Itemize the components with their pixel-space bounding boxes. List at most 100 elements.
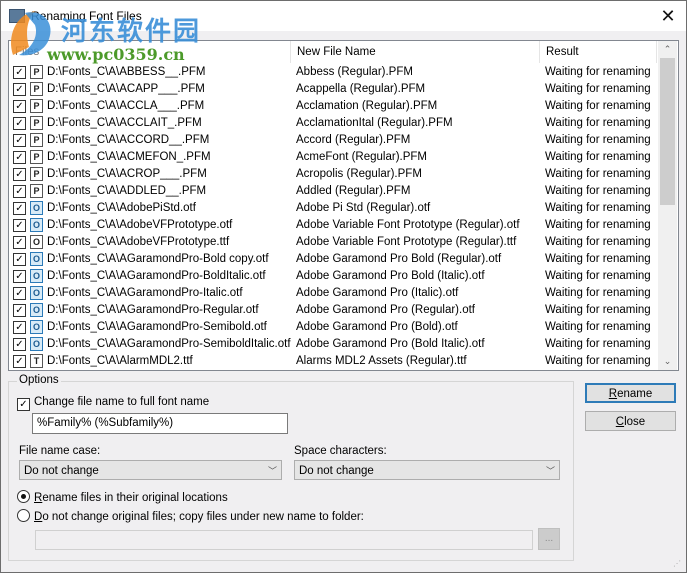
file-name-case-label: File name case: bbox=[19, 445, 101, 457]
original-file-path: D:\Fonts_C\A\ACCLAIT_.PFM bbox=[47, 117, 202, 129]
list-item[interactable]: ✓ P D:\Fonts_C\A\ADDLED__.PFM Addled (Regul… bbox=[9, 183, 657, 200]
name-pattern-input[interactable]: %Family% (%Subfamily%) bbox=[32, 413, 288, 434]
options-group-label: Options bbox=[17, 374, 61, 386]
radio-rename-in-place[interactable]: Rename files in their original locations bbox=[17, 490, 228, 506]
close-button-label: lose bbox=[624, 416, 646, 428]
new-file-name: Adobe Garamond Pro (Italic).otf bbox=[296, 287, 459, 299]
rename-result: Waiting for renaming bbox=[545, 202, 651, 214]
chevron-down-icon: ﹀ bbox=[267, 466, 277, 476]
original-file-path: D:\Fonts_C\A\AGaramondPro-BoldItalic.otf bbox=[47, 270, 266, 282]
list-item[interactable]: ✓ P D:\Fonts_C\A\ACMEFON_.PFM AcmeFont (Reg… bbox=[9, 149, 657, 166]
original-file-path: D:\Fonts_C\A\AdobeVFPrototype.otf bbox=[47, 219, 233, 231]
row-checkbox[interactable]: ✓ bbox=[13, 253, 26, 266]
original-file-path: D:\Fonts_C\A\AGaramondPro-SemiboldItalic… bbox=[47, 338, 291, 350]
close-icon[interactable]: ✕ bbox=[656, 5, 680, 27]
row-checkbox[interactable]: ✓ bbox=[13, 168, 26, 181]
font-type-otf-icon: O bbox=[30, 252, 43, 266]
list-item[interactable]: ✓ O D:\Fonts_C\A\AGaramondPro-Semibold.otf… bbox=[9, 319, 657, 336]
rename-result: Waiting for renaming bbox=[545, 185, 651, 197]
file-name-case-select[interactable]: Do not change ﹀ bbox=[19, 460, 282, 480]
list-item[interactable]: ✓ P D:\Fonts_C\A\ACCLA___.PFM Acclamation (… bbox=[9, 98, 657, 115]
scrollbar-thumb[interactable] bbox=[660, 58, 675, 205]
original-file-path: D:\Fonts_C\A\AGaramondPro-Regular.otf bbox=[47, 304, 259, 316]
list-item[interactable]: ✓ P D:\Fonts_C\A\ACAPP___.PFM Acappella (Re… bbox=[9, 81, 657, 98]
list-rows: ✓ P D:\Fonts_C\A\ABBESS__.PFM Abbess (Regul… bbox=[9, 64, 657, 370]
row-checkbox[interactable]: ✓ bbox=[13, 287, 26, 300]
chevron-down-icon: ﹀ bbox=[545, 466, 555, 476]
change-name-checkbox[interactable]: ✓ Change file name to full font name bbox=[17, 394, 209, 411]
font-type-ottf-icon: O bbox=[30, 235, 43, 249]
rename-result: Waiting for renaming bbox=[545, 83, 651, 95]
resize-grip-icon[interactable]: ⋰ bbox=[673, 559, 683, 569]
original-file-path: D:\Fonts_C\A\AGaramondPro-Bold copy.otf bbox=[47, 253, 269, 265]
new-file-name: Adobe Garamond Pro (Bold Italic).otf bbox=[296, 338, 485, 350]
rename-result: Waiting for renaming bbox=[545, 270, 651, 282]
space-characters-select[interactable]: Do not change ﹀ bbox=[294, 460, 560, 480]
row-checkbox[interactable]: ✓ bbox=[13, 219, 26, 232]
vertical-scrollbar[interactable]: ⌃ ⌄ bbox=[658, 41, 677, 370]
column-header-new-file-name[interactable]: New File Name bbox=[291, 41, 540, 63]
new-file-name: Accord (Regular).PFM bbox=[296, 134, 411, 146]
radio-unselected-icon[interactable] bbox=[17, 509, 30, 522]
list-item[interactable]: ✓ O D:\Fonts_C\A\AdobeVFPrototype.otf Adobe… bbox=[9, 217, 657, 234]
files-list[interactable]: Files New File Name Result ✓ P D:\Fonts_C\… bbox=[8, 40, 679, 371]
browse-folder-button[interactable]: ... bbox=[538, 528, 560, 550]
font-type-pfm-icon: P bbox=[30, 184, 43, 198]
new-file-name: Adobe Variable Font Prototype (Regular).… bbox=[296, 236, 517, 248]
font-type-pfm-icon: P bbox=[30, 82, 43, 96]
window-title: Renaming Font Files bbox=[31, 9, 142, 23]
row-checkbox[interactable]: ✓ bbox=[13, 66, 26, 79]
font-type-otf-icon: O bbox=[30, 201, 43, 215]
original-file-path: D:\Fonts_C\A\ACAPP___.PFM bbox=[47, 83, 205, 95]
row-checkbox[interactable]: ✓ bbox=[13, 134, 26, 147]
list-item[interactable]: ✓ O D:\Fonts_C\A\AGaramondPro-Italic.otf Ad… bbox=[9, 285, 657, 302]
list-item[interactable]: ✓ P D:\Fonts_C\A\ACCORD__.PFM Accord (Regul… bbox=[9, 132, 657, 149]
font-type-otf-icon: O bbox=[30, 218, 43, 232]
scroll-up-icon[interactable]: ⌃ bbox=[658, 41, 677, 58]
original-file-path: D:\Fonts_C\A\AdobeVFPrototype.ttf bbox=[47, 236, 230, 248]
row-checkbox[interactable]: ✓ bbox=[13, 321, 26, 334]
row-checkbox[interactable]: ✓ bbox=[13, 236, 26, 249]
row-checkbox[interactable]: ✓ bbox=[13, 185, 26, 198]
new-file-name: Acclamation (Regular).PFM bbox=[296, 100, 438, 112]
space-characters-label: Space characters: bbox=[294, 445, 387, 457]
font-type-otf-icon: O bbox=[30, 337, 43, 351]
column-header-result[interactable]: Result bbox=[540, 41, 657, 63]
original-file-path: D:\Fonts_C\A\ABBESS__.PFM bbox=[47, 66, 206, 78]
list-item[interactable]: ✓ O D:\Fonts_C\A\AGaramondPro-Bold copy.ot… bbox=[9, 251, 657, 268]
list-item[interactable]: ✓ O D:\Fonts_C\A\AGaramondPro-BoldItalic.o… bbox=[9, 268, 657, 285]
checkbox-checked-icon[interactable]: ✓ bbox=[17, 398, 30, 411]
list-item[interactable]: ✓ P D:\Fonts_C\A\ACROP___.PFM Acropolis (Re… bbox=[9, 166, 657, 183]
rename-result: Waiting for renaming bbox=[545, 355, 651, 367]
row-checkbox[interactable]: ✓ bbox=[13, 151, 26, 164]
new-file-name: Adobe Garamond Pro Bold (Italic).otf bbox=[296, 270, 485, 282]
row-checkbox[interactable]: ✓ bbox=[13, 117, 26, 130]
row-checkbox[interactable]: ✓ bbox=[13, 83, 26, 96]
row-checkbox[interactable]: ✓ bbox=[13, 270, 26, 283]
new-file-name: Acropolis (Regular).PFM bbox=[296, 168, 422, 180]
font-type-pfm-icon: P bbox=[30, 133, 43, 147]
list-item[interactable]: ✓ O D:\Fonts_C\A\AdobeVFPrototype.ttf Adobe… bbox=[9, 234, 657, 251]
list-item[interactable]: ✓ T D:\Fonts_C\A\AlarmMDL2.ttf Alarms MDL2 … bbox=[9, 353, 657, 370]
list-item[interactable]: ✓ P D:\Fonts_C\A\ABBESS__.PFM Abbess (Regul… bbox=[9, 64, 657, 81]
row-checkbox[interactable]: ✓ bbox=[13, 202, 26, 215]
close-button[interactable]: Close bbox=[585, 411, 676, 431]
new-file-name: Adobe Garamond Pro (Regular).otf bbox=[296, 304, 475, 316]
list-item[interactable]: ✓ O D:\Fonts_C\A\AdobePiStd.otf Adobe Pi St… bbox=[9, 200, 657, 217]
list-item[interactable]: ✓ O D:\Fonts_C\A\AGaramondPro-SemiboldItal… bbox=[9, 336, 657, 353]
list-item[interactable]: ✓ P D:\Fonts_C\A\ACCLAIT_.PFM AcclamationIt… bbox=[9, 115, 657, 132]
row-checkbox[interactable]: ✓ bbox=[13, 355, 26, 368]
font-type-otf-icon: O bbox=[30, 303, 43, 317]
radio-copy-to-folder[interactable]: Do not change original files; copy files… bbox=[17, 509, 364, 525]
column-header-files[interactable]: Files bbox=[9, 41, 291, 63]
rename-button[interactable]: Rename bbox=[585, 383, 676, 403]
row-checkbox[interactable]: ✓ bbox=[13, 338, 26, 351]
scroll-down-icon[interactable]: ⌄ bbox=[658, 353, 677, 370]
rename-result: Waiting for renaming bbox=[545, 168, 651, 180]
row-checkbox[interactable]: ✓ bbox=[13, 100, 26, 113]
radio-selected-icon[interactable] bbox=[17, 490, 30, 503]
destination-folder-input[interactable] bbox=[35, 530, 533, 550]
font-type-pfm-icon: P bbox=[30, 99, 43, 113]
row-checkbox[interactable]: ✓ bbox=[13, 304, 26, 317]
list-item[interactable]: ✓ O D:\Fonts_C\A\AGaramondPro-Regular.otf A… bbox=[9, 302, 657, 319]
